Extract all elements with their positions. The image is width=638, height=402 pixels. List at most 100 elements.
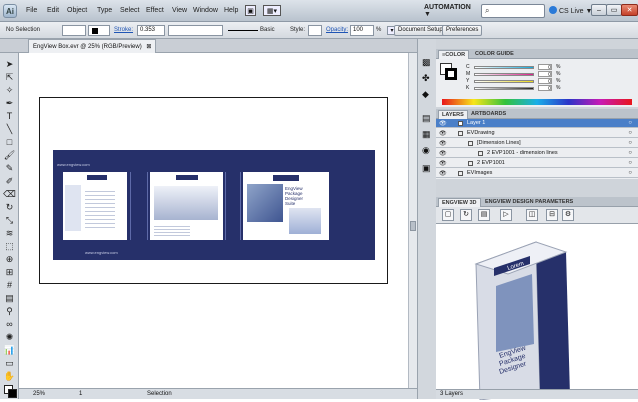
paintbrush-tool-icon[interactable]: 🖌 [2, 149, 17, 162]
channel-value[interactable]: 0 [538, 64, 552, 71]
preferences-button[interactable]: Preferences [442, 25, 483, 36]
view-rotate-icon[interactable]: ↻ [460, 209, 472, 221]
view-fold-icon[interactable]: ⊟ [546, 209, 558, 221]
eye-icon[interactable]: 👁 [439, 130, 447, 137]
layer-row[interactable]: 👁 Layer 1 ○ [436, 119, 638, 128]
search-input[interactable]: ⌕ [481, 4, 545, 18]
fill-swatch[interactable] [62, 25, 86, 36]
navigator-panel-icon[interactable]: ▣ [422, 163, 431, 174]
tab-engview-design-parameters[interactable]: ENGVIEW DESIGN PARAMETERS [482, 198, 576, 207]
stroke-weight-field[interactable]: 0.353 [137, 25, 165, 36]
menu-edit[interactable]: Edit [47, 7, 59, 14]
magic-wand-tool-icon[interactable]: ✧ [2, 84, 17, 97]
pencil-tool-icon[interactable]: ✎ [2, 162, 17, 175]
opacity-label[interactable]: Opacity: [326, 27, 348, 33]
color-panel-icon[interactable]: ▩ [422, 57, 431, 68]
symbol-sprayer-tool-icon[interactable]: ✺ [2, 331, 17, 344]
menu-view[interactable]: View [172, 7, 187, 14]
tab-engview-3d[interactable]: ENGVIEW 3D [438, 198, 481, 207]
eye-icon[interactable]: 👁 [439, 170, 447, 177]
artboard-tool-icon[interactable]: ▭ [2, 357, 17, 370]
menu-file[interactable]: File [26, 7, 37, 14]
free-transform-tool-icon[interactable]: ⬚ [2, 240, 17, 253]
layer-row[interactable]: 👁 EVImages ○ [436, 169, 638, 178]
menu-object[interactable]: Object [67, 7, 87, 14]
channel-slider[interactable] [474, 87, 534, 90]
target-icon[interactable]: ○ [628, 160, 632, 166]
layer-row[interactable]: 👁 2 EVP1001 ○ [436, 159, 638, 168]
view-front-icon[interactable]: ▢ [442, 209, 454, 221]
line-tool-icon[interactable]: ╲ [2, 123, 17, 136]
color-channel-row[interactable]: M 0% [466, 71, 636, 78]
artboard-number[interactable]: 1 [79, 391, 82, 397]
target-icon[interactable]: ○ [628, 120, 632, 126]
view-unfold-icon[interactable]: ▤ [478, 209, 490, 221]
stroke-color-icon[interactable] [445, 68, 457, 80]
channel-slider[interactable] [474, 80, 534, 83]
graphic-styles-panel-icon[interactable]: ◉ [422, 145, 430, 156]
maximize-button[interactable]: ▭ [606, 4, 622, 16]
layer-row[interactable]: 👁 2 EVP1001 - dimension lines ○ [436, 149, 638, 158]
menu-help[interactable]: Help [224, 7, 238, 14]
document-tab[interactable]: EngView Box.evr @ 25% (RGB/Preview) ⊠ [28, 39, 156, 53]
perspective-grid-tool-icon[interactable]: ⊞ [2, 266, 17, 279]
tab-color-guide[interactable]: COLOR GUIDE [472, 50, 517, 59]
selection-tool-icon[interactable]: ➤ [2, 58, 17, 71]
blend-tool-icon[interactable]: ∞ [2, 318, 17, 331]
stroke-swatch[interactable] [88, 25, 110, 36]
channel-slider[interactable] [474, 66, 534, 69]
color-channel-row[interactable]: K 0% [466, 85, 636, 92]
channel-value[interactable]: 0 [538, 71, 552, 78]
tab-close-icon[interactable]: ⊠ [146, 44, 151, 50]
tab-color[interactable]: ≡COLOR [438, 50, 470, 59]
stroke-color-icon[interactable] [8, 389, 17, 398]
vertical-scrollbar[interactable] [408, 53, 417, 388]
menu-type[interactable]: Type [97, 7, 112, 14]
tab-artboards[interactable]: ARTBOARDS [468, 110, 509, 119]
target-icon[interactable]: ○ [628, 130, 632, 136]
layers-panel-icon[interactable]: ▤ [422, 113, 431, 124]
minimize-button[interactable]: – [591, 4, 607, 16]
menu-window[interactable]: Window [193, 7, 218, 14]
stroke-label[interactable]: Stroke: [114, 27, 133, 33]
layer-row[interactable]: 👁 EVDrawing ○ [436, 129, 638, 138]
brush-label[interactable]: Basic [260, 27, 275, 33]
tab-layers[interactable]: LAYERS [438, 110, 468, 119]
shape-builder-tool-icon[interactable]: ⊕ [2, 253, 17, 266]
style-select[interactable] [308, 25, 322, 36]
box-dieline-artwork[interactable]: www.engview.com EngView Package Designer… [53, 150, 375, 260]
channel-value[interactable]: 0 [538, 85, 552, 92]
arrange-documents-icon[interactable]: ▦▾ [263, 5, 281, 16]
pen-tool-icon[interactable]: ✒ [2, 97, 17, 110]
eye-icon[interactable]: 👁 [439, 160, 447, 167]
brushes-panel-icon[interactable]: ◆ [422, 89, 429, 100]
rectangle-tool-icon[interactable]: □ [2, 136, 17, 149]
blob-brush-tool-icon[interactable]: ✐ [2, 175, 17, 188]
bridge-icon[interactable]: ▣ [245, 5, 256, 16]
menu-select[interactable]: Select [120, 7, 139, 14]
view-fit-icon[interactable]: ◫ [526, 209, 538, 221]
channel-slider[interactable] [474, 73, 534, 76]
color-channel-row[interactable]: C 0% [466, 64, 636, 71]
document-setup-button[interactable]: Document Setup [394, 25, 447, 36]
type-tool-icon[interactable]: T [2, 110, 17, 123]
appearance-panel-icon[interactable]: ▦ [422, 129, 431, 140]
eraser-tool-icon[interactable]: ⌫ [2, 188, 17, 201]
cs-live-button[interactable]: CS Live ▼ [549, 6, 592, 15]
view-play-icon[interactable]: ▷ [500, 209, 512, 221]
gradient-tool-icon[interactable]: ▤ [2, 292, 17, 305]
eye-icon[interactable]: 👁 [439, 120, 447, 127]
channel-value[interactable]: 0 [538, 78, 552, 85]
scroll-thumb[interactable] [410, 221, 416, 231]
eye-icon[interactable]: 👁 [439, 140, 447, 147]
eye-icon[interactable]: 👁 [439, 150, 447, 157]
status-mode[interactable]: Selection [147, 391, 172, 397]
layer-row[interactable]: 👁 [Dimension Lines] ○ [436, 139, 638, 148]
zoom-level[interactable]: 25% [33, 391, 45, 397]
graph-tool-icon[interactable]: 📊 [2, 344, 17, 357]
color-channel-row[interactable]: Y 0% [466, 78, 636, 85]
close-button[interactable]: ✕ [621, 4, 638, 16]
rotate-tool-icon[interactable]: ↻ [2, 201, 17, 214]
opacity-field[interactable]: 100 [350, 25, 374, 36]
hand-tool-icon[interactable]: ✋ [2, 370, 17, 383]
